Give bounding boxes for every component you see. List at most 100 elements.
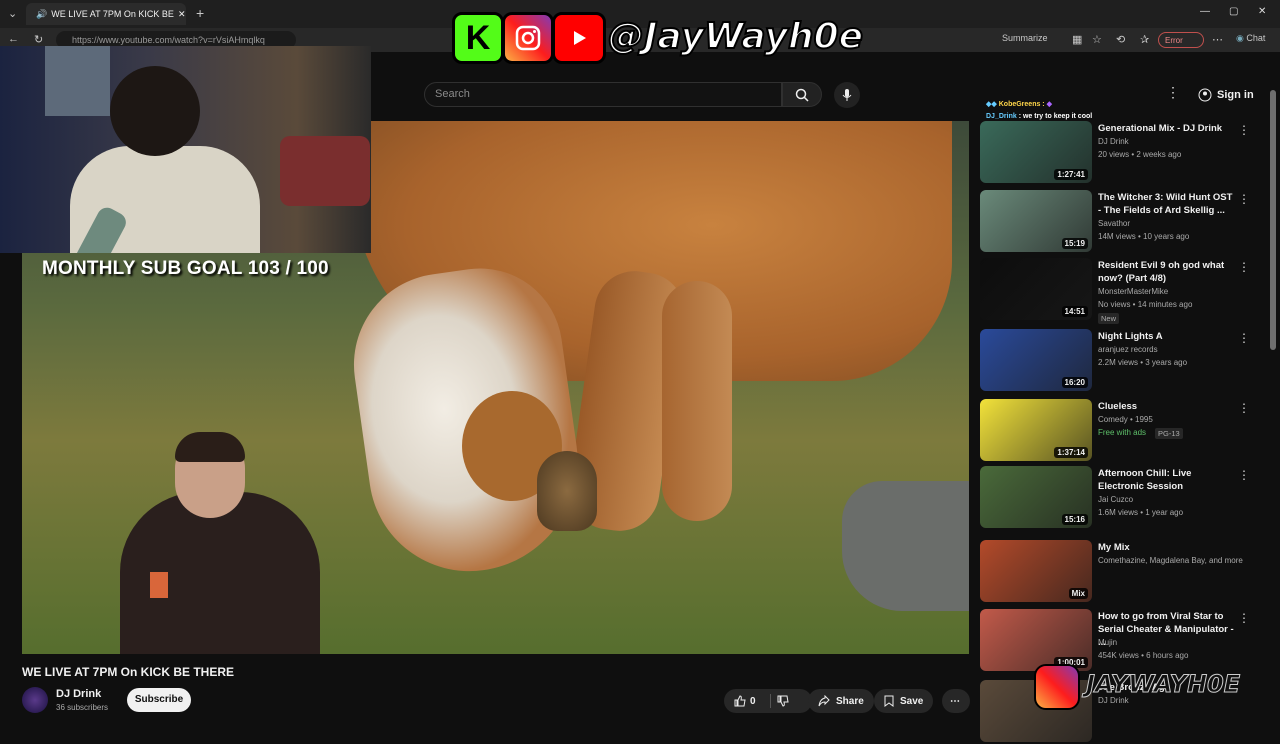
audio-icon[interactable]: 🔊 [36, 9, 47, 20]
youtube-logo-icon [552, 12, 606, 64]
recommendation-title[interactable]: My Mix [1098, 541, 1238, 554]
error-badge[interactable]: Error [1158, 32, 1204, 48]
chat-badge-icon: ◆◆ [986, 101, 997, 108]
more-actions-button[interactable]: ⋯ [942, 689, 970, 713]
recommendation-item[interactable]: 1:37:14 Clueless Comedy • 1995 Free with ad… [980, 399, 1272, 463]
channel-avatar[interactable] [22, 687, 48, 713]
recommendation-item[interactable]: 15:16 Afternoon Chill: Live Electronic Se… [980, 466, 1272, 530]
scrollbar[interactable] [1270, 90, 1276, 350]
duration-badge: 1:37:14 [1054, 447, 1088, 458]
recommendation-title[interactable]: Clueless [1098, 400, 1238, 413]
recommendation-channel[interactable]: aranjuez records [1098, 345, 1158, 354]
instagram-logo-icon [1034, 664, 1080, 710]
save-button[interactable]: Save [874, 689, 934, 713]
kebab-menu-icon[interactable]: ⋮ [1238, 123, 1250, 137]
like-count: 0 [750, 695, 756, 707]
recommendation-meta: 1.6M views • 1 year ago [1098, 508, 1184, 517]
reload-icon[interactable]: ↻ [34, 33, 43, 46]
bottom-watermark: JAYWAYH0E [1034, 664, 1244, 710]
kebab-menu-icon[interactable]: ⋮ [1238, 331, 1250, 345]
extension-icon[interactable]: ⟲ [1116, 33, 1125, 46]
extensions-icon[interactable]: ▦ [1072, 33, 1082, 46]
search-input[interactable]: Search [424, 82, 782, 107]
video-thumbnail[interactable]: 1:00:01 [980, 609, 1092, 671]
recommendation-meta: 454K views • 6 hours ago [1098, 651, 1189, 660]
subscriber-count: 36 subscribers [56, 703, 109, 712]
favorites-icon[interactable]: ✰ [1140, 33, 1149, 46]
kebab-menu-icon[interactable]: ⋮ [1238, 401, 1250, 415]
recommendation-item[interactable]: 15:19 The Witcher 3: Wild Hunt OST - The … [980, 190, 1272, 254]
recommendation-channel[interactable]: DJ Drink [1098, 137, 1129, 146]
recommendation-channel[interactable]: Savathor [1098, 219, 1130, 228]
recommendation-badge: PG-13 [1155, 428, 1183, 439]
recommendation-channel[interactable]: Jai Cuzco [1098, 495, 1133, 504]
recommendation-channel[interactable]: MonsterMasterMike [1098, 287, 1168, 296]
maximize-icon[interactable]: ▢ [1229, 6, 1238, 17]
recommendation-title[interactable]: Afternoon Chill: Live Electronic Session [1098, 467, 1238, 493]
kebab-menu-icon[interactable]: ⋮ [1238, 468, 1250, 482]
duration-badge: 16:20 [1061, 377, 1088, 388]
thumbs-down-icon[interactable] [777, 695, 789, 707]
share-button[interactable]: Share [808, 689, 874, 713]
chat-label: Chat [1246, 33, 1266, 43]
summarize-button[interactable]: Summarize [1002, 33, 1048, 43]
video-thumbnail[interactable]: 15:19 [980, 190, 1092, 252]
settings-kebab-icon[interactable]: ⋮ [1166, 84, 1180, 101]
like-dislike-group: 0 [724, 689, 812, 713]
video-thumbnail[interactable]: 15:16 [980, 466, 1092, 528]
new-tab-icon[interactable]: + [196, 5, 204, 21]
streamer-handle: @JayWayh0e [607, 15, 864, 58]
cow-leg-image [662, 281, 732, 521]
video-thumbnail[interactable]: 14:51 [980, 258, 1092, 320]
tab-menu-chevron-icon[interactable]: ⌄ [8, 7, 17, 20]
search-icon [795, 88, 809, 102]
more-dots-icon: ⋯ [950, 695, 960, 707]
more-menu-icon[interactable]: ⋯ [1212, 33, 1223, 46]
chat-message: : we try to keep it cool [1018, 113, 1093, 120]
recommendation-title[interactable]: How to go from Viral Star to Serial Chea… [1098, 610, 1238, 649]
recommendation-item[interactable]: 14:51 Resident Evil 9 oh god what now? (P… [980, 258, 1272, 324]
duration-badge: Mix [1068, 588, 1088, 599]
window-close-icon[interactable]: ✕ [1258, 6, 1266, 17]
copilot-icon: ◉ [1236, 33, 1244, 43]
minimize-icon[interactable]: — [1200, 6, 1210, 17]
video-thumbnail[interactable]: Mix [980, 540, 1092, 602]
tab-close-icon[interactable]: ✕ [178, 9, 186, 20]
recommendation-title[interactable]: Generational Mix - DJ Drink [1098, 122, 1238, 135]
browser-tab[interactable]: 🔊 WE LIVE AT 7PM On KICK BE ✕ [26, 3, 186, 25]
sign-in-button[interactable]: Sign in [1192, 84, 1260, 106]
recommendation-channel[interactable]: Mujin [1098, 638, 1117, 647]
recommendation-title[interactable]: Resident Evil 9 oh god what now? (Part 4… [1098, 259, 1238, 285]
cow-bell-image [537, 451, 597, 531]
video-title: WE LIVE AT 7PM On KICK BE THERE [22, 665, 235, 679]
share-label: Share [836, 695, 864, 707]
subscribe-button[interactable]: Subscribe [127, 688, 191, 712]
recommendation-item[interactable]: Mix My Mix Comethazine, Magdalena Bay, and… [980, 540, 1272, 604]
bookmark-star-icon[interactable]: ☆ [1092, 33, 1102, 46]
voice-search-button[interactable] [834, 82, 860, 108]
recommendation-item[interactable]: 16:20 Night Lights A aranjuez records 2.2M … [980, 329, 1272, 393]
duration-badge: 15:19 [1061, 238, 1088, 249]
rock-image [842, 481, 969, 611]
video-thumbnail[interactable]: 1:37:14 [980, 399, 1092, 461]
recommendation-channel[interactable]: Comethazine, Magdalena Bay, and more [1098, 556, 1243, 565]
back-icon[interactable]: ← [8, 33, 19, 45]
recommendation-item[interactable]: 1:27:41 Generational Mix - DJ Drink DJ Dri… [980, 121, 1272, 185]
recommendation-channel[interactable]: Comedy • 1995 [1098, 415, 1153, 424]
video-thumbnail[interactable]: 1:27:41 [980, 121, 1092, 183]
search-button[interactable] [782, 82, 822, 107]
kebab-menu-icon[interactable]: ⋮ [1238, 611, 1250, 625]
video-thumbnail[interactable]: 16:20 [980, 329, 1092, 391]
recommendation-title[interactable]: Night Lights A [1098, 330, 1238, 343]
chat-emote-icon: ◆ [1046, 101, 1052, 108]
channel-name[interactable]: DJ Drink [56, 688, 101, 700]
kebab-menu-icon[interactable]: ⋮ [1238, 192, 1250, 206]
save-label: Save [900, 695, 924, 707]
kebab-menu-icon[interactable]: ⋮ [1238, 260, 1250, 274]
copilot-chat-button[interactable]: ◉ Chat [1236, 33, 1265, 44]
like-button[interactable]: 0 [734, 695, 756, 707]
recommendation-meta: 20 views • 2 weeks ago [1098, 150, 1182, 159]
account-icon [1198, 88, 1212, 102]
recommendation-title[interactable]: The Witcher 3: Wild Hunt OST - The Field… [1098, 191, 1238, 217]
social-watermark: K @JayWayh0e [452, 12, 864, 64]
